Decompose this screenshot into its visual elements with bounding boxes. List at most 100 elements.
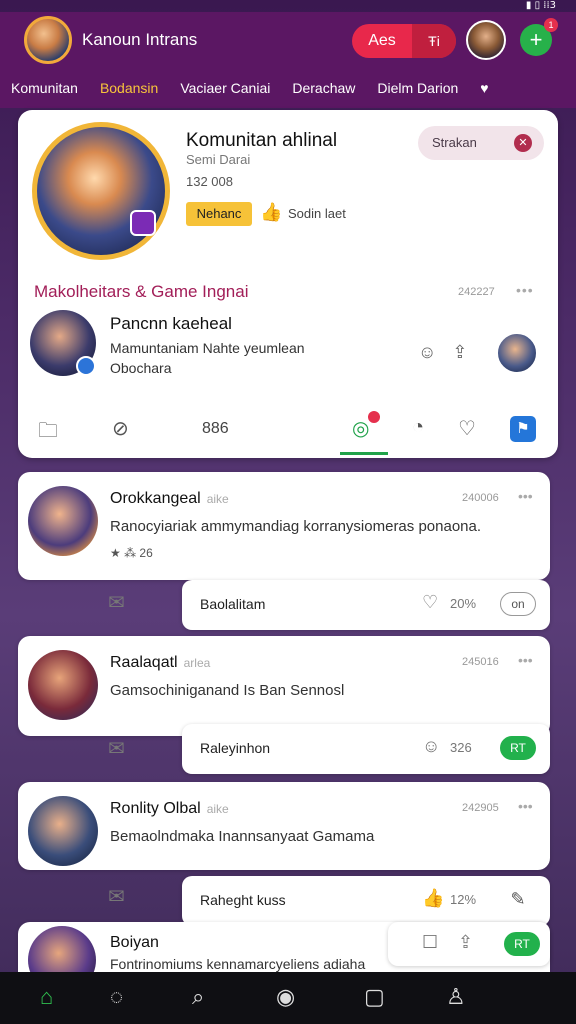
feed-author[interactable]: Raalaqatl arlea (110, 654, 210, 672)
add-button[interactable]: + 1 (520, 18, 558, 56)
home-icon[interactable]: ⌂ (40, 984, 53, 1010)
tab-komunitan[interactable]: Komunitan (0, 80, 89, 96)
feed-date: 240006 (462, 492, 499, 504)
feed-text: Ranocyiariak ammymandiag korranysiomeras… (110, 518, 482, 535)
bottom-nav: ⌂ ◌ ⌕ ◉ ▢ ♙ (0, 972, 576, 1024)
pill-label-a: Aes (368, 32, 396, 49)
more-icon[interactable]: ••• (518, 488, 533, 504)
community-sub2: Sodin laet (288, 206, 346, 221)
hand-icon: 👍 (260, 202, 283, 222)
bookmark-icon[interactable]: ⚑ (510, 416, 536, 442)
reply-box[interactable]: Baolalitam ♡ 20% on (182, 580, 550, 630)
reply-box[interactable]: Raleyinhon ☺ 326 RT (182, 724, 550, 774)
follow-button[interactable]: Nehanc (186, 202, 252, 226)
profile-icon[interactable]: ♙ (446, 984, 466, 1010)
post-text: Mamuntaniam Nahte yeumlean Obochara (110, 340, 305, 376)
tab-bar: Komunitan Bodansin Vaciaer Caniai Derach… (0, 68, 576, 108)
section-date: 242227 (458, 286, 495, 298)
status-bar: ▮ ▯ ⁞⁞3 (0, 0, 576, 12)
active-indicator (340, 452, 388, 455)
community-avatar[interactable] (32, 122, 170, 260)
feed-text: Gamsochiniganand Is Ban Sennosl (110, 682, 345, 699)
heart-icon[interactable]: ♡ (422, 592, 438, 613)
section-title: Makolheitars & Game Ingnai (34, 282, 249, 301)
reply-box[interactable]: ☐ ⇪ RT (388, 922, 550, 966)
search-icon[interactable]: ⌕ (192, 984, 204, 1010)
feed-author-tag: aike (206, 492, 229, 506)
feed-date: 242905 (462, 802, 499, 814)
tab-dielm[interactable]: Dielm Darion (366, 80, 469, 96)
feed-avatar[interactable] (28, 796, 98, 866)
compass-icon[interactable]: ⊘ (112, 416, 129, 441)
tab-bodansin[interactable]: Bodansin (89, 80, 169, 96)
character-avatar[interactable] (466, 20, 506, 60)
moon-icon[interactable]: ◌ (110, 984, 123, 1010)
count-label: 886 (202, 420, 229, 437)
stream-pill[interactable]: Strakan ✕ (418, 126, 544, 160)
emoji-icon[interactable]: ☺ (418, 342, 436, 363)
secondary-avatar[interactable] (496, 332, 538, 374)
reply-box[interactable]: Raheght kuss 👍 12% ✎ (182, 876, 550, 926)
tab-favorites-icon[interactable]: ♥ (469, 80, 499, 96)
header-pill[interactable]: Aes Ŧi (352, 24, 456, 58)
feed-author[interactable]: Orokkangeal aike (110, 490, 229, 508)
like-icon[interactable]: ♡ (458, 416, 476, 441)
mail-icon[interactable]: ✉ (108, 736, 125, 761)
feed-card: Ronlity Olbal aike 242905 ••• Bemaolndmak… (18, 782, 550, 870)
mail-icon[interactable]: ✉ (108, 590, 125, 615)
community-subtitle: Semi Darai (186, 152, 251, 167)
reply-label: Raleyinhon (200, 740, 271, 756)
reply-stat: 20% (450, 596, 477, 611)
share-icon[interactable]: ⇪ (452, 342, 467, 363)
reply-stat: 326 (450, 740, 472, 755)
folder-icon[interactable]: 🗀 (38, 416, 58, 450)
feed-avatar[interactable] (28, 486, 98, 556)
feed-author-tag: aike (206, 802, 229, 816)
feed-author-name[interactable]: Boiyan (110, 934, 159, 952)
feed-author-name: Orokkangeal (110, 490, 201, 507)
community-name: Komunitan ahlinal (186, 130, 338, 151)
feed-author-tag: arlea (183, 656, 211, 670)
more-icon[interactable]: ••• (518, 652, 533, 668)
share-icon[interactable]: ⇪ (458, 932, 473, 953)
community-card: Komunitan ahlinal Semi Darai 132 008 Neh… (18, 110, 558, 458)
square-icon[interactable]: ☐ (422, 932, 438, 953)
close-icon[interactable]: ✕ (514, 134, 532, 152)
feed-author-name: Raalaqatl (110, 654, 178, 671)
feed-card: Orokkangeal aike 240006 ••• Ranocyiariak … (18, 472, 550, 580)
badge-icon (76, 356, 96, 376)
reply-toggle[interactable]: on (500, 592, 536, 616)
feed-date: 245016 (462, 656, 499, 668)
action-bar: 🗀 ⊘ 886 ◎ ◔ ♡ ⚑ (18, 408, 558, 455)
retweet-button[interactable]: RT (504, 932, 540, 956)
more-icon[interactable]: ••• (518, 798, 533, 814)
feed-avatar[interactable] (28, 650, 98, 720)
top-bar: Kanoun Intrans Aes Ŧi + 1 (0, 12, 576, 68)
notification-badge: 1 (544, 18, 558, 32)
like-icon[interactable]: 👍 (422, 888, 444, 909)
chat-icon[interactable]: ◎ (352, 416, 369, 441)
profile-avatar[interactable] (24, 16, 72, 64)
tab-derachaw[interactable]: Derachaw (281, 80, 366, 96)
chat-badge (368, 411, 380, 423)
feed-text: Fontrinomiums kennamarcyeliens adiaha (110, 956, 366, 972)
member-count: 132 008 (186, 174, 233, 189)
feed-card: Raalaqatl arlea 245016 ••• Gamsochinigana… (18, 636, 550, 736)
record-icon[interactable]: ◉ (276, 984, 295, 1010)
emoji-icon[interactable]: ☺ (422, 736, 440, 757)
reply-stat: 12% (450, 892, 477, 907)
post-author-avatar[interactable] (30, 310, 96, 376)
post-author-name[interactable]: Pancnn kaeheal (110, 314, 232, 334)
timer-icon[interactable]: ◔ (412, 416, 424, 439)
more-icon[interactable]: ••• (516, 282, 534, 298)
mail-icon[interactable]: ✉ (108, 884, 125, 909)
feed-author[interactable]: Ronlity Olbal aike (110, 800, 229, 818)
stream-pill-label: Strakan (432, 135, 477, 150)
post-actions: ☺ ⇪ (418, 342, 467, 363)
square-icon[interactable]: ▢ (364, 984, 385, 1010)
retweet-button[interactable]: RT (500, 736, 536, 760)
edit-icon[interactable]: ✎ (500, 888, 536, 912)
app-title: Kanoun Intrans (82, 30, 198, 49)
tab-vaciaer[interactable]: Vaciaer Caniai (169, 80, 281, 96)
reply-label: Baolalitam (200, 596, 266, 612)
